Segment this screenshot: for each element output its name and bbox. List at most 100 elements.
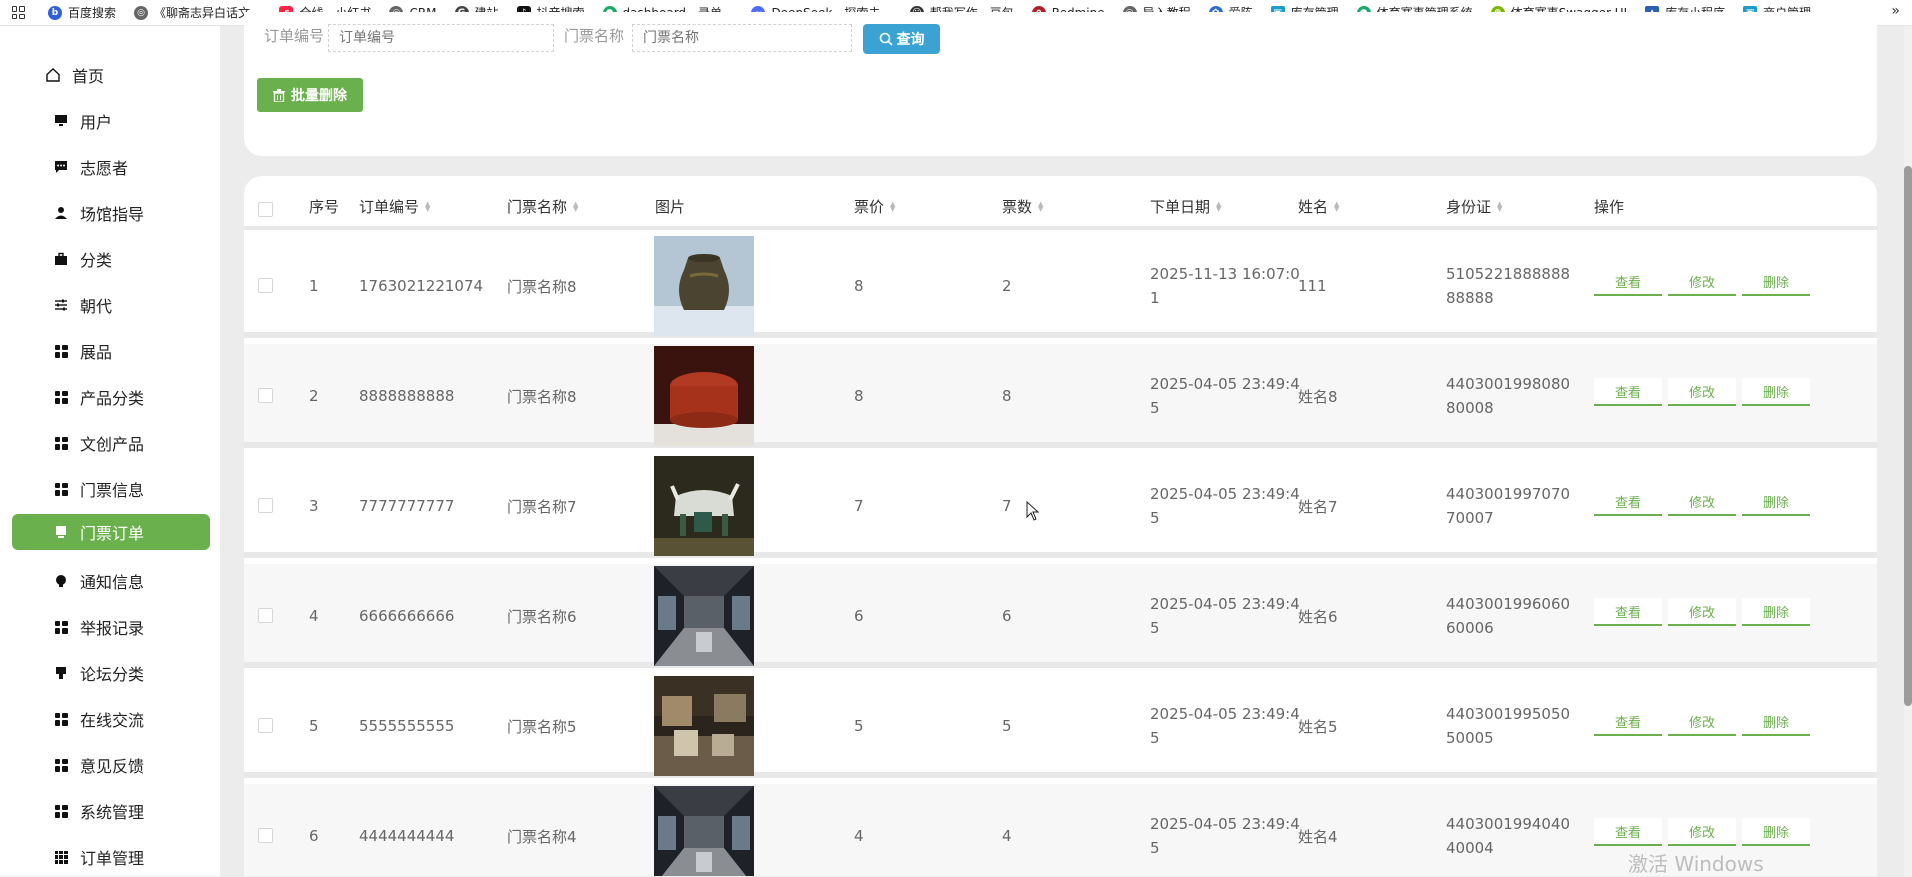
cell-price: 4 [854,827,864,845]
cell-order-no: 5555555555 [359,717,455,735]
delete-button[interactable]: 删除 [1742,268,1810,296]
grid-icon [52,434,70,452]
header-id-card[interactable]: 身份证 ▲ ▼ [1446,196,1502,217]
view-button[interactable]: 查看 [1594,378,1662,406]
view-button[interactable]: 查看 [1594,268,1662,296]
sidebar-item-feedback[interactable]: 意见反馈 [12,747,210,783]
sidebar-item-venue-guide[interactable]: 场馆指导 [12,195,210,231]
grid-icon [52,480,70,498]
cell-name: 姓名5 [1298,717,1338,736]
cell-order-date: 2025-04-05 23:49:45 [1150,705,1300,747]
header-count[interactable]: 票数 ▲ ▼ [1002,196,1043,217]
sidebar-item-online-chat[interactable]: 在线交流 [12,701,210,737]
edit-button[interactable]: 修改 [1668,708,1736,736]
view-button[interactable]: 查看 [1594,818,1662,846]
person-icon [52,204,70,222]
batch-delete-button[interactable]: 批量删除 [257,78,363,112]
sort-icon[interactable]: ▲ ▼ [890,200,895,212]
header-name[interactable]: 姓名 ▲ ▼ [1298,196,1339,217]
grid-icon [52,342,70,360]
header-order-date[interactable]: 下单日期 ▲ ▼ [1150,196,1221,217]
cell-index: 2 [309,387,319,405]
sort-icon[interactable]: ▲ ▼ [573,200,578,212]
row-checkbox[interactable] [258,498,273,513]
sidebar-item-creative-products[interactable]: 文创产品 [12,425,210,461]
grid-icon [52,618,70,636]
sort-icon[interactable]: ▲ ▼ [425,200,430,212]
scrollbar-thumb[interactable] [1904,166,1912,706]
delete-button[interactable]: 删除 [1742,708,1810,736]
header-order-no[interactable]: 订单编号 ▲ ▼ [359,196,430,217]
sidebar-item-exhibits[interactable]: 展品 [12,333,210,369]
cell-ticket-name: 门票名称8 [507,277,577,296]
ticket-name-input[interactable] [632,24,852,52]
cell-order-date: 2025-11-13 16:07:01 [1150,265,1300,307]
table-row: 3 7777777777 门票名称7 7 7 2025-04-05 23:49:… [244,454,1877,558]
cell-name: 姓名4 [1298,827,1338,846]
exhibit-thumbnail-gallery-room [654,676,754,776]
edit-button[interactable]: 修改 [1668,378,1736,406]
header-ticket-name[interactable]: 门票名称 ▲ ▼ [507,196,578,217]
header-price[interactable]: 票价 ▲ ▼ [854,196,895,217]
apps-icon[interactable] [8,3,28,23]
cell-price: 7 [854,497,864,515]
cell-name: 姓名6 [1298,607,1338,626]
row-checkbox[interactable] [258,608,273,623]
bookmarks-more-icon[interactable]: » [1891,3,1900,19]
bookmark-0[interactable]: b 百度搜索 [48,3,116,23]
grid-icon [52,802,70,820]
cell-ticket-name: 门票名称4 [507,827,577,846]
delete-button[interactable]: 删除 [1742,488,1810,516]
apps-icon [52,848,70,866]
delete-button[interactable]: 删除 [1742,378,1810,406]
view-button[interactable]: 查看 [1594,708,1662,736]
sidebar-item-category[interactable]: 分类 [12,241,210,277]
cell-ticket-name: 门票名称7 [507,497,577,516]
page-scrollbar[interactable] [1904,26,1912,876]
sort-icon[interactable]: ▲ ▼ [1497,200,1502,212]
ticket-name-label: 门票名称 [564,27,625,45]
sort-icon[interactable]: ▲ ▼ [1216,200,1221,212]
row-checkbox[interactable] [258,718,273,733]
delete-button[interactable]: 删除 [1742,598,1810,626]
cell-price: 5 [854,717,864,735]
edit-button[interactable]: 修改 [1668,598,1736,626]
cell-count: 6 [1002,607,1012,625]
row-checkbox[interactable] [258,828,273,843]
edit-button[interactable]: 修改 [1668,268,1736,296]
order-no-input[interactable] [328,24,554,52]
select-all-checkbox[interactable] [258,202,273,217]
query-button[interactable]: 查询 [863,24,940,54]
sidebar-item-ticket-orders[interactable]: 门票订单 [12,514,210,550]
windows-activation-watermark: 激活 Windows [1628,852,1764,876]
row-checkbox[interactable] [258,278,273,293]
row-checkbox[interactable] [258,388,273,403]
sort-icon[interactable]: ▲ ▼ [1038,200,1043,212]
edit-button[interactable]: 修改 [1668,818,1736,846]
sidebar-item-dynasty[interactable]: 朝代 [12,287,210,323]
sidebar-item-product-category[interactable]: 产品分类 [12,379,210,415]
sidebar-item-ticket-info[interactable]: 门票信息 [12,471,210,507]
sidebar-item-volunteers[interactable]: 志愿者 [12,149,210,185]
header-actions: 操作 [1594,198,1625,216]
bulb-icon [52,572,70,590]
table-header: 序号 订单编号 ▲ ▼ 门票名称 ▲ ▼ 图片 票价 ▲ ▼ 票数 ▲ ▼ 下单日期 ▲ ▼ 姓名 ▲… [244,176,1877,230]
sidebar-item-order-management[interactable]: 订单管理 [12,839,210,875]
sidebar-item-users[interactable]: 用户 [12,103,210,139]
cell-ticket-name: 门票名称8 [507,387,577,406]
cell-index: 5 [309,717,319,735]
cell-price: 6 [854,607,864,625]
view-button[interactable]: 查看 [1594,488,1662,516]
bookmark-1[interactable]: ◎ 《聊斋志异白话文... [134,3,261,23]
sidebar-item-notifications[interactable]: 通知信息 [12,563,210,599]
delete-button[interactable]: 删除 [1742,818,1810,846]
sort-icon[interactable]: ▲ ▼ [1334,200,1339,212]
edit-button[interactable]: 修改 [1668,488,1736,516]
sidebar-item-system[interactable]: 系统管理 [12,793,210,829]
sidebar-item-forum-category[interactable]: 论坛分类 [12,655,210,691]
sidebar-item-reports[interactable]: 举报记录 [12,609,210,645]
cell-order-no: 8888888888 [359,387,455,405]
view-button[interactable]: 查看 [1594,598,1662,626]
header-index: 序号 [309,198,340,216]
sidebar-item-home[interactable]: 首页 [12,57,210,93]
